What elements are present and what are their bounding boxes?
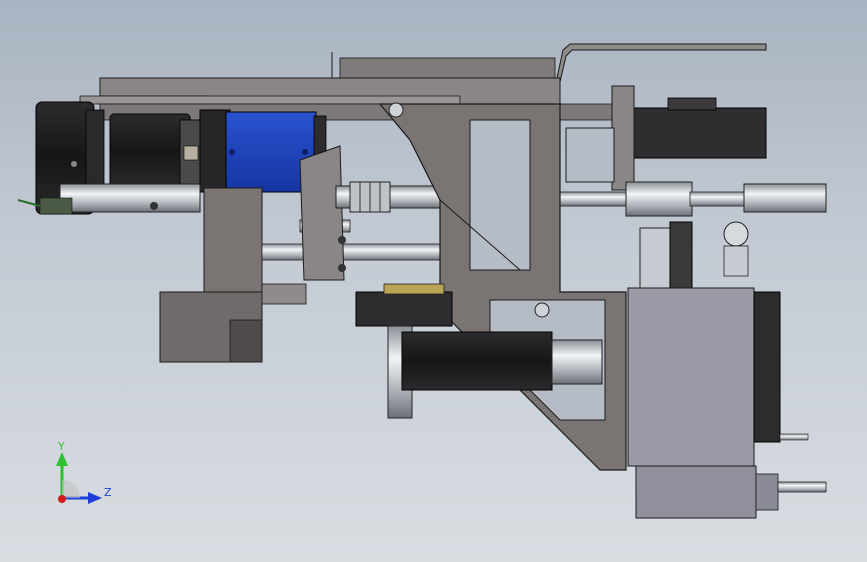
cad-viewport[interactable]	[0, 0, 867, 562]
middle-bracket[interactable]	[299, 145, 346, 281]
right-upper-motor[interactable]	[611, 85, 767, 191]
y-axis-label: Y	[57, 440, 65, 453]
pneumatic-fittings[interactable]	[639, 221, 749, 289]
left-lower-bracket[interactable]	[159, 187, 307, 363]
y-axis-arrow-icon	[56, 452, 68, 466]
z-axis-label: Z	[104, 486, 112, 499]
left-motor[interactable]	[109, 113, 207, 189]
axis-triad: Y Z	[56, 440, 112, 504]
x-axis-dot-icon	[58, 495, 66, 503]
z-axis-arrow-icon	[88, 492, 102, 504]
xy-plane-arc	[62, 480, 80, 498]
cylinder-block[interactable]	[627, 287, 827, 519]
top-cover-plate[interactable]	[331, 43, 767, 83]
